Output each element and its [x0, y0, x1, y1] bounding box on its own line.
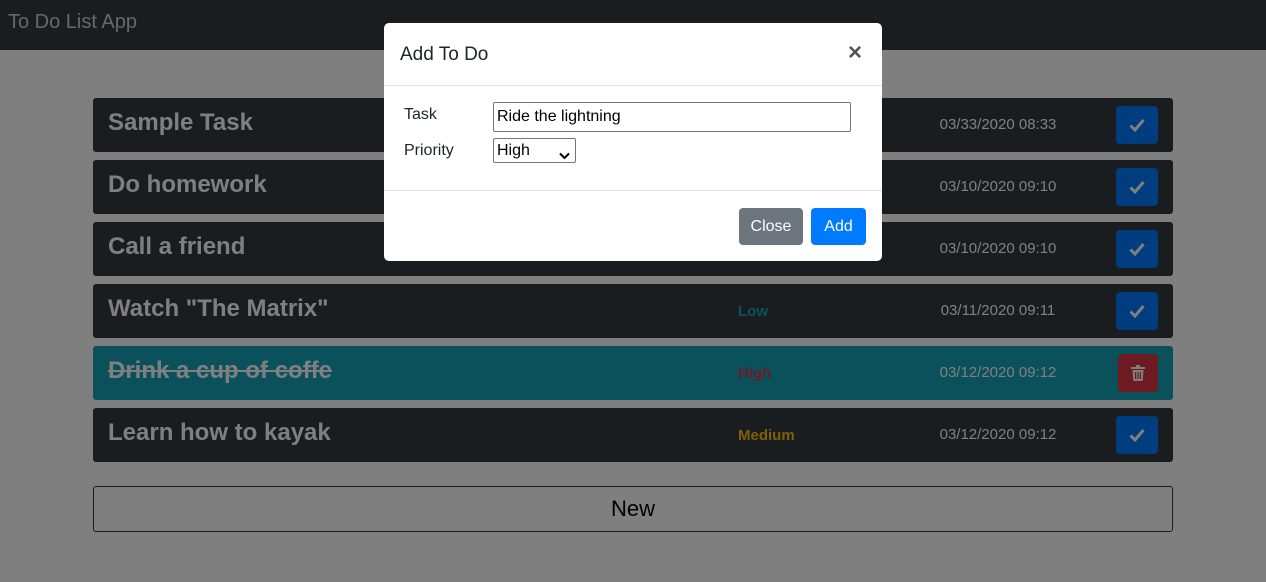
priority-select-value: High [497, 141, 530, 159]
priority-select[interactable]: High [493, 138, 576, 163]
task-input[interactable] [493, 102, 851, 132]
add-button[interactable]: Add [811, 208, 866, 245]
modal-title: Add To Do [400, 44, 489, 65]
priority-label: Priority [404, 142, 454, 159]
task-label: Task [404, 106, 437, 123]
modal-body: Task Priority High [384, 86, 882, 190]
chevron-down-icon [559, 147, 570, 165]
modal-footer: Close Add [384, 190, 882, 261]
modal-header: Add To Do × [384, 23, 882, 86]
close-button[interactable]: Close [739, 208, 803, 245]
close-icon[interactable]: × [848, 41, 862, 65]
add-todo-modal: Add To Do × Task Priority High Close Add [384, 23, 882, 261]
